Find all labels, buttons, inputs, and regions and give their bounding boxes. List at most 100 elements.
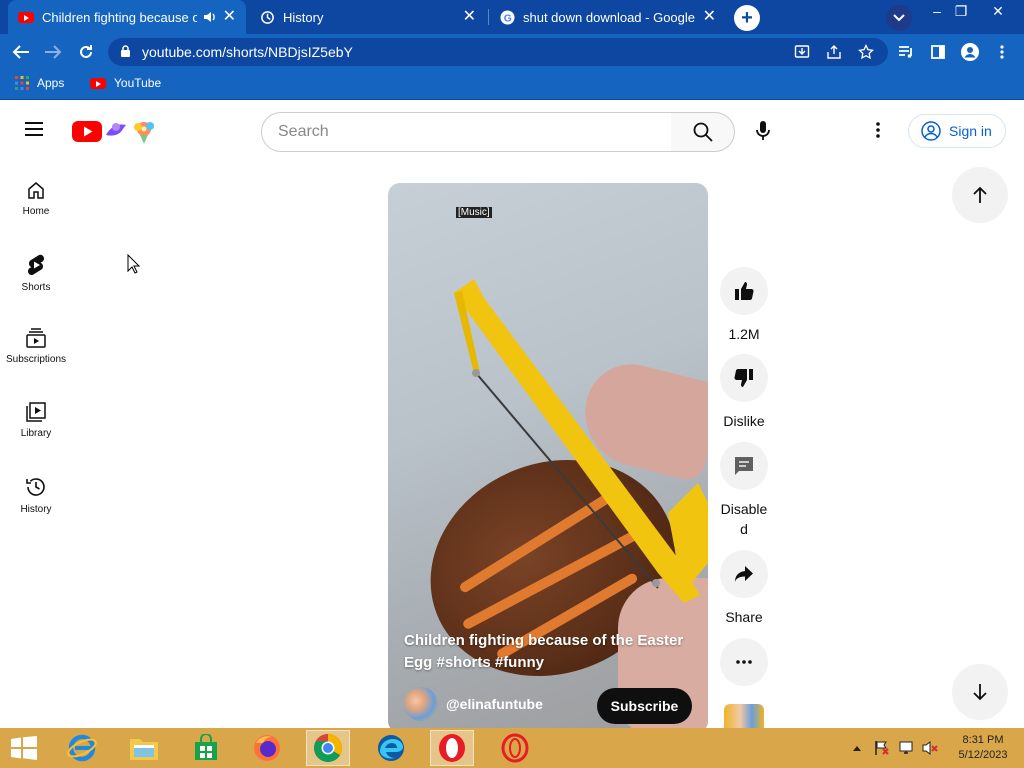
- taskbar-clock[interactable]: 8:31 PM 5/12/2023: [950, 733, 1016, 763]
- audio-thumbnail[interactable]: [724, 704, 764, 728]
- firefox-icon: [254, 735, 280, 761]
- bookmark-youtube[interactable]: YouTube: [82, 76, 161, 90]
- new-tab-button[interactable]: +: [734, 5, 760, 31]
- browser-menu-button[interactable]: [990, 40, 1014, 64]
- taskbar-store[interactable]: [184, 730, 228, 766]
- hamburger-menu-icon: [25, 122, 43, 136]
- sign-in-button[interactable]: Sign in: [908, 114, 1006, 148]
- lock-icon[interactable]: [120, 45, 131, 58]
- sidebar-item-library[interactable]: Library: [0, 402, 72, 466]
- dislike-label: Dislike: [723, 413, 765, 429]
- internet-explorer-icon: [67, 734, 97, 762]
- url-text: youtube.com/shorts/NBDjsIZ5ebY: [142, 44, 353, 60]
- share-label: Share: [725, 609, 763, 625]
- share-button[interactable]: [720, 550, 768, 598]
- share-action: Share: [720, 550, 768, 627]
- close-tab-icon[interactable]: ✕: [223, 9, 236, 25]
- sidebar-item-label: Library: [20, 428, 52, 439]
- network-icon[interactable]: [898, 740, 914, 756]
- side-panel-icon: [931, 45, 945, 59]
- speaker-icon[interactable]: [203, 11, 217, 23]
- history-icon: [26, 478, 45, 496]
- shorts-video-player[interactable]: [Music] Children fighting because of the…: [388, 183, 708, 733]
- search-icon: [693, 122, 713, 142]
- taskbar-file-explorer[interactable]: [122, 730, 166, 766]
- search-button[interactable]: [671, 112, 735, 152]
- taskbar-internet-explorer[interactable]: [60, 730, 104, 766]
- subscribe-button[interactable]: Subscribe: [597, 688, 692, 724]
- bookmark-label: YouTube: [114, 76, 162, 90]
- sidebar-item-history[interactable]: History: [0, 476, 72, 540]
- forward-button[interactable]: [41, 40, 65, 64]
- side-panel-button[interactable]: [926, 40, 950, 64]
- close-tab-icon[interactable]: ✕: [703, 9, 716, 25]
- tab-google-search[interactable]: G shut down download - Google Search ✕: [490, 0, 726, 34]
- sidebar-item-shorts[interactable]: Shorts: [0, 254, 72, 318]
- account-icon: [921, 121, 941, 141]
- avatar[interactable]: [404, 687, 438, 721]
- guide-menu-button[interactable]: [24, 121, 48, 141]
- more-actions-button[interactable]: [720, 638, 768, 686]
- volume-muted-icon[interactable]: [922, 740, 938, 756]
- browser-tab-strip: Children fighting because of the Easter …: [0, 0, 1024, 34]
- home-icon: [28, 182, 44, 199]
- tab-history[interactable]: History ✕: [250, 0, 486, 34]
- share-page-icon[interactable]: [826, 44, 842, 60]
- settings-menu-button[interactable]: [876, 122, 886, 140]
- channel-info[interactable]: @elinafuntube: [404, 687, 543, 721]
- dislike-button[interactable]: [720, 354, 768, 402]
- tab-separator: [488, 9, 489, 25]
- youtube-logo[interactable]: [72, 117, 162, 147]
- taskbar-opera[interactable]: [430, 730, 474, 766]
- media-control-button[interactable]: [894, 40, 918, 64]
- previous-short-button[interactable]: [952, 167, 1008, 223]
- action-center-flag-icon[interactable]: [874, 740, 890, 756]
- clock-date: 5/12/2023: [958, 749, 1008, 761]
- sidebar-item-home[interactable]: Home: [0, 180, 72, 244]
- browser-toolbar: youtube.com/shorts/NBDjsIZ5ebY: [0, 34, 1024, 70]
- sidebar-item-label: Subscriptions: [5, 354, 67, 365]
- install-icon[interactable]: [794, 44, 810, 60]
- close-tab-icon[interactable]: ✕: [463, 9, 476, 25]
- svg-text:G: G: [504, 13, 512, 24]
- bookmark-label: Apps: [37, 76, 65, 90]
- next-short-button[interactable]: [952, 664, 1008, 720]
- like-button[interactable]: [720, 267, 768, 315]
- profile-icon: [961, 43, 979, 61]
- bookmark-apps[interactable]: Apps: [15, 76, 64, 90]
- sidebar-item-label: Shorts: [21, 282, 51, 293]
- show-hidden-icons-icon[interactable]: [852, 744, 862, 752]
- tab-youtube-short[interactable]: Children fighting because of the Easter …: [8, 0, 246, 34]
- short-title[interactable]: Children fighting because of the Easter …: [404, 630, 694, 674]
- voice-search-button[interactable]: [752, 120, 774, 142]
- back-button[interactable]: [9, 40, 33, 64]
- search-input[interactable]: Search: [261, 112, 673, 152]
- address-bar[interactable]: youtube.com/shorts/NBDjsIZ5ebY: [108, 38, 888, 66]
- taskbar-opera-gx[interactable]: [493, 730, 537, 766]
- close-window-button[interactable]: ✕: [983, 0, 1013, 22]
- windows-taskbar: 8:31 PM 5/12/2023: [0, 728, 1024, 768]
- short-title-line: Egg #shorts #funny: [404, 654, 545, 671]
- reload-button[interactable]: [74, 40, 98, 64]
- mouse-cursor-icon: [127, 254, 141, 274]
- folder-icon: [130, 739, 158, 760]
- taskbar-firefox[interactable]: [245, 730, 289, 766]
- horizontal-dots-icon: [736, 660, 752, 664]
- thumbs-up-icon: [735, 282, 754, 300]
- restore-button[interactable]: ❐: [946, 0, 976, 22]
- channel-name[interactable]: @elinafuntube: [446, 696, 543, 712]
- sidebar-item-subscriptions[interactable]: Subscriptions: [0, 328, 72, 392]
- like-count: 1.2M: [728, 326, 760, 342]
- comments-action: Disable d: [720, 442, 768, 539]
- forward-arrow-icon: [45, 45, 62, 59]
- dislike-action: Dislike: [720, 354, 768, 431]
- profile-button[interactable]: [958, 40, 982, 64]
- bookmark-star-icon[interactable]: [858, 44, 874, 60]
- sign-in-label: Sign in: [949, 123, 992, 139]
- tab-search-button[interactable]: [886, 5, 912, 31]
- reload-icon: [80, 45, 92, 58]
- start-button[interactable]: [2, 730, 46, 766]
- comments-button[interactable]: [720, 442, 768, 490]
- taskbar-edge[interactable]: [369, 730, 413, 766]
- taskbar-chrome[interactable]: [306, 730, 350, 766]
